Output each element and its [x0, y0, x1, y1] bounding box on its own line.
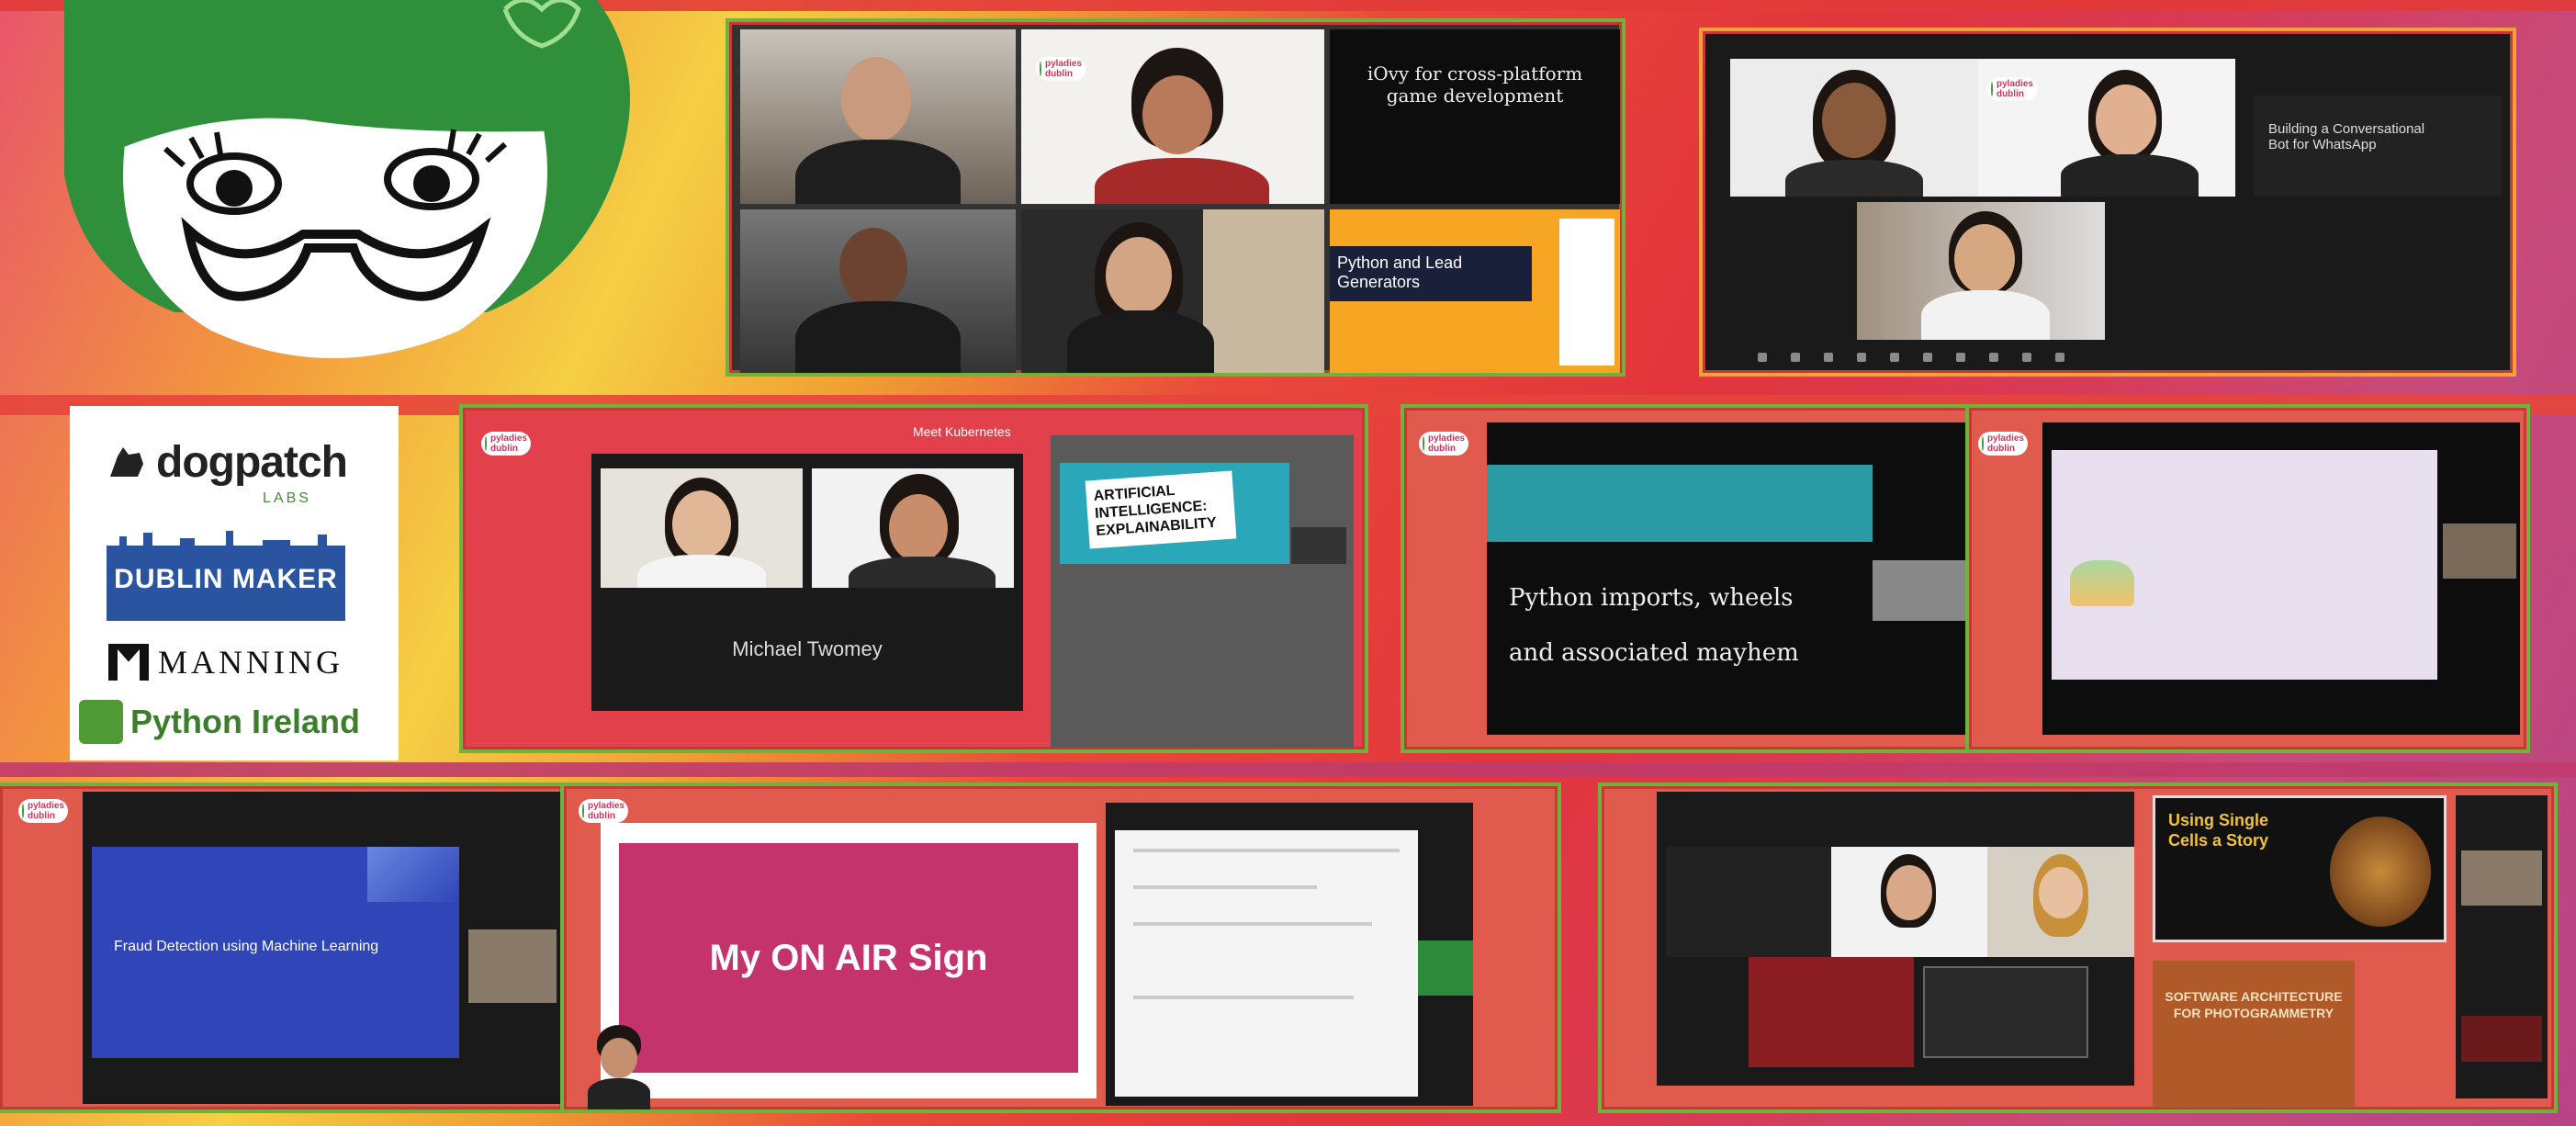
- leave-icon[interactable]: [2055, 353, 2064, 362]
- shared-slide: Building a Conversational Bot for WhatsA…: [2254, 96, 2502, 197]
- dublin-maker-logo: DUBLIN MAKER: [107, 529, 345, 621]
- participant-video: [1831, 847, 1987, 957]
- participant-video: [1021, 209, 1324, 373]
- shared-slide: Python imports, wheels and associated ma…: [1487, 422, 1974, 735]
- manning-mark-icon: [108, 644, 149, 681]
- dogpatch-sub-label: LABS: [263, 490, 311, 506]
- session-tile-3: pyladies dublin Meet Kubernetes Michael …: [459, 404, 1368, 753]
- session-tile-5: pyladies dublin: [1965, 404, 2530, 753]
- participant-video: [601, 468, 803, 588]
- session-tile-6: pyladies dublin Fraud Detection using Ma…: [0, 783, 566, 1113]
- speaker-view: Michael Twomey: [591, 454, 1023, 711]
- manning-label: MANNING: [158, 644, 343, 681]
- side-panel: ARTIFICIAL INTELLIGENCE: EXPLAINABILITY: [1051, 435, 1354, 748]
- dogpatch-logo: dogpatch: [105, 430, 371, 494]
- slide-title: Fraud Detection using Machine Learning: [114, 939, 379, 954]
- participant-video: [740, 209, 1016, 373]
- python-ireland-icon: [79, 700, 123, 744]
- dog-icon: [110, 447, 143, 477]
- dogpatch-label: dogpatch: [156, 437, 348, 487]
- slide-title: iOvy for cross-platform game development: [1367, 62, 1583, 107]
- shared-slide: Using Single Cells a Story: [2153, 795, 2447, 942]
- shared-slide: My ON AIR Sign: [601, 823, 1097, 1098]
- slide-line-2: and associated mayhem: [1509, 639, 1799, 667]
- reactions-icon[interactable]: [1956, 353, 1965, 362]
- shared-slide: Fraud Detection using Machine Learning: [83, 792, 560, 1104]
- record-icon[interactable]: [1923, 353, 1932, 362]
- background-band: [0, 762, 2576, 777]
- meeting-toolbar: [1758, 353, 2064, 362]
- participant-video: [812, 468, 1014, 588]
- participant-video: [1923, 966, 2088, 1058]
- participant-video: pyladies dublin: [1978, 59, 2235, 197]
- slide-caption: SOFTWARE ARCHITECTURE FOR PHOTOGRAMMETRY: [2165, 989, 2343, 1021]
- participant-video: [740, 29, 1016, 204]
- python-ireland-logo: Python Ireland: [79, 700, 360, 744]
- avatar: [582, 1025, 656, 1109]
- session-tile-4: pyladies dublin Python imports, wheels a…: [1400, 404, 1984, 753]
- participant-video: [1730, 59, 1978, 197]
- screen-share: [1106, 803, 1473, 1106]
- shared-slide: Python and Lead Generators: [1330, 209, 1620, 373]
- slide-card: ARTIFICIAL INTELLIGENCE: EXPLAINABILITY: [1085, 470, 1237, 549]
- pyladies-mascot: [28, 0, 634, 367]
- participants-icon[interactable]: [1890, 353, 1899, 362]
- sponsor-panel: dogpatch LABS DUBLIN MAKER MANNING Pytho…: [70, 406, 399, 760]
- dublin-maker-label: DUBLIN MAKER: [114, 564, 338, 594]
- slide-title: Building a Conversational Bot for WhatsA…: [2268, 121, 2425, 152]
- participant-video: [1666, 847, 1831, 957]
- more-icon[interactable]: [2022, 353, 2031, 362]
- slide-title: My ON AIR Sign: [709, 937, 988, 978]
- share-icon[interactable]: [1824, 353, 1833, 362]
- session-header: Meet Kubernetes: [913, 424, 1011, 439]
- session-tile-7: pyladies dublin My ON AIR Sign: [560, 783, 1561, 1113]
- speaker-name: Michael Twomey: [732, 637, 883, 660]
- chat-icon[interactable]: [1857, 353, 1866, 362]
- participant-video: [1987, 847, 2134, 957]
- apps-icon[interactable]: [1989, 353, 1998, 362]
- side-panel: [2456, 795, 2548, 1098]
- session-tile-1: pyladies dublin iOvy for cross-platform …: [726, 18, 1625, 377]
- mic-icon[interactable]: [1758, 353, 1767, 362]
- camera-icon[interactable]: [1791, 353, 1800, 362]
- gallery-view: [1657, 792, 2134, 1086]
- participant-video: [1749, 957, 1914, 1067]
- participant-video: [1857, 202, 2105, 340]
- shared-slide: [2042, 422, 2520, 735]
- session-tile-2: pyladies dublin Building a Conversationa…: [1699, 28, 2516, 377]
- participant-video: pyladies dublin: [1021, 29, 1324, 204]
- slide-line-1: Python imports, wheels: [1509, 584, 1794, 612]
- session-tile-8: Using Single Cells a Story SOFTWARE ARCH…: [1598, 783, 2558, 1113]
- slide-title: Using Single Cells a Story: [2168, 811, 2269, 850]
- participant-video: [1418, 940, 1473, 996]
- slide-caption: Python and Lead Generators: [1330, 246, 1532, 301]
- shared-slide: iOvy for cross-platform game development: [1330, 29, 1620, 204]
- shared-slide: SOFTWARE ARCHITECTURE FOR PHOTOGRAMMETRY: [2153, 961, 2355, 1108]
- slide-body: [2052, 450, 2437, 680]
- python-ireland-label: Python Ireland: [130, 703, 361, 740]
- manning-logo: MANNING: [108, 643, 343, 681]
